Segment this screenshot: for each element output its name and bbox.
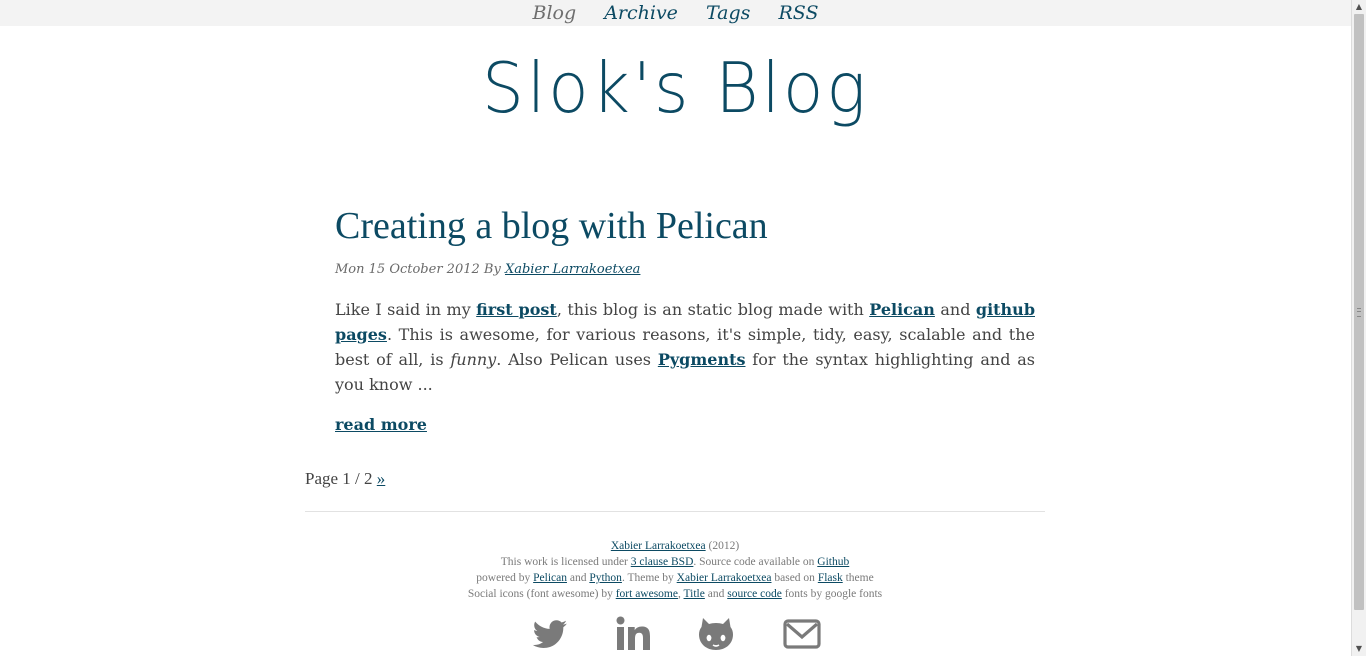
page-indicator: Page 1 / 2 [305,469,373,488]
footer-year: (2012) [705,540,740,552]
github-source-link[interactable]: Github [817,556,849,568]
article-preview: Creating a blog with Pelican Mon 15 Octo… [335,200,1035,434]
footer-theme-author-link[interactable]: Xabier Larrakoetxea [677,572,772,584]
pagination: Page 1 / 2 » [305,469,385,489]
top-nav-bar: Blog Archive Tags RSS [0,0,1351,26]
pelican-link[interactable]: Pelican [869,300,935,319]
article-author-link[interactable]: Xabier Larrakoetxea [505,262,640,277]
read-more-link[interactable]: read more [335,415,427,434]
title-font-link[interactable]: Title [684,588,705,600]
article-date: Mon 15 October 2012 [335,262,480,277]
twitter-icon[interactable] [530,614,570,654]
excerpt-text: and [934,300,976,319]
site-title[interactable]: Slok's Blog [0,48,1351,129]
vertical-scrollbar[interactable]: ▲ ▼ [1351,0,1366,656]
article-by: By [483,262,501,277]
footer-python-link[interactable]: Python [589,572,622,584]
pygments-link[interactable]: Pygments [658,350,746,369]
footer-line-powered: powered by Pelican and Python. Theme by … [305,570,1045,586]
email-icon[interactable] [782,614,822,654]
footer-divider [305,511,1045,512]
linkedin-icon[interactable] [614,614,654,654]
scroll-up-arrow-icon[interactable]: ▲ [1352,0,1366,14]
grip-icon [1357,308,1361,317]
excerpt-emphasis: funny [450,350,497,369]
footer-text: based on [771,572,818,584]
excerpt-text: Like I said in my [335,300,477,319]
article-title[interactable]: Creating a blog with Pelican [335,200,1035,252]
nav-item-rss[interactable]: RSS [778,2,818,24]
excerpt-text: , this blog is an static blog made with [556,300,870,319]
footer-text: powered by [476,572,534,584]
footer-text: . Source code available on [693,556,818,568]
nav-item-tags[interactable]: Tags [706,2,750,24]
footer-text: Social icons (font awesome) by [467,588,616,600]
excerpt-text: . Also Pelican uses [496,350,658,369]
footer-flask-link[interactable]: Flask [818,572,843,584]
license-link[interactable]: 3 clause BSD [631,556,694,568]
nav-links: Blog Archive Tags RSS [0,0,1351,26]
footer-line-copyright: Xabier Larrakoetxea (2012) [305,538,1045,554]
footer-text: and [566,572,590,584]
article-meta: Mon 15 October 2012 By Xabier Larrakoetx… [335,262,1035,277]
scroll-down-arrow-icon[interactable]: ▼ [1352,642,1366,656]
source-code-font-link[interactable]: source code [727,588,782,600]
footer-text: theme [842,572,874,584]
footer: Xabier Larrakoetxea (2012) This work is … [305,538,1045,602]
next-page-link[interactable]: » [377,469,386,488]
footer-text: and [704,588,728,600]
nav-item-blog[interactable]: Blog [533,2,577,24]
footer-text: . Theme by [621,572,677,584]
nav-item-archive[interactable]: Archive [604,2,678,24]
fort-awesome-link[interactable]: fort awesome [616,588,678,600]
footer-text: fonts by google fonts [781,588,883,600]
footer-line-license: This work is licensed under 3 clause BSD… [305,554,1045,570]
footer-pelican-link[interactable]: Pelican [533,572,567,584]
social-icons [525,614,825,654]
scrollbar-thumb[interactable] [1354,14,1364,610]
article-excerpt: Like I said in my first post, this blog … [335,297,1035,397]
footer-author-link[interactable]: Xabier Larrakoetxea [611,540,706,552]
footer-text: This work is licensed under [500,556,631,568]
footer-line-credits: Social icons (font awesome) by fort awes… [305,586,1045,602]
first-post-link[interactable]: first post [476,300,557,319]
github-icon[interactable] [696,614,736,654]
